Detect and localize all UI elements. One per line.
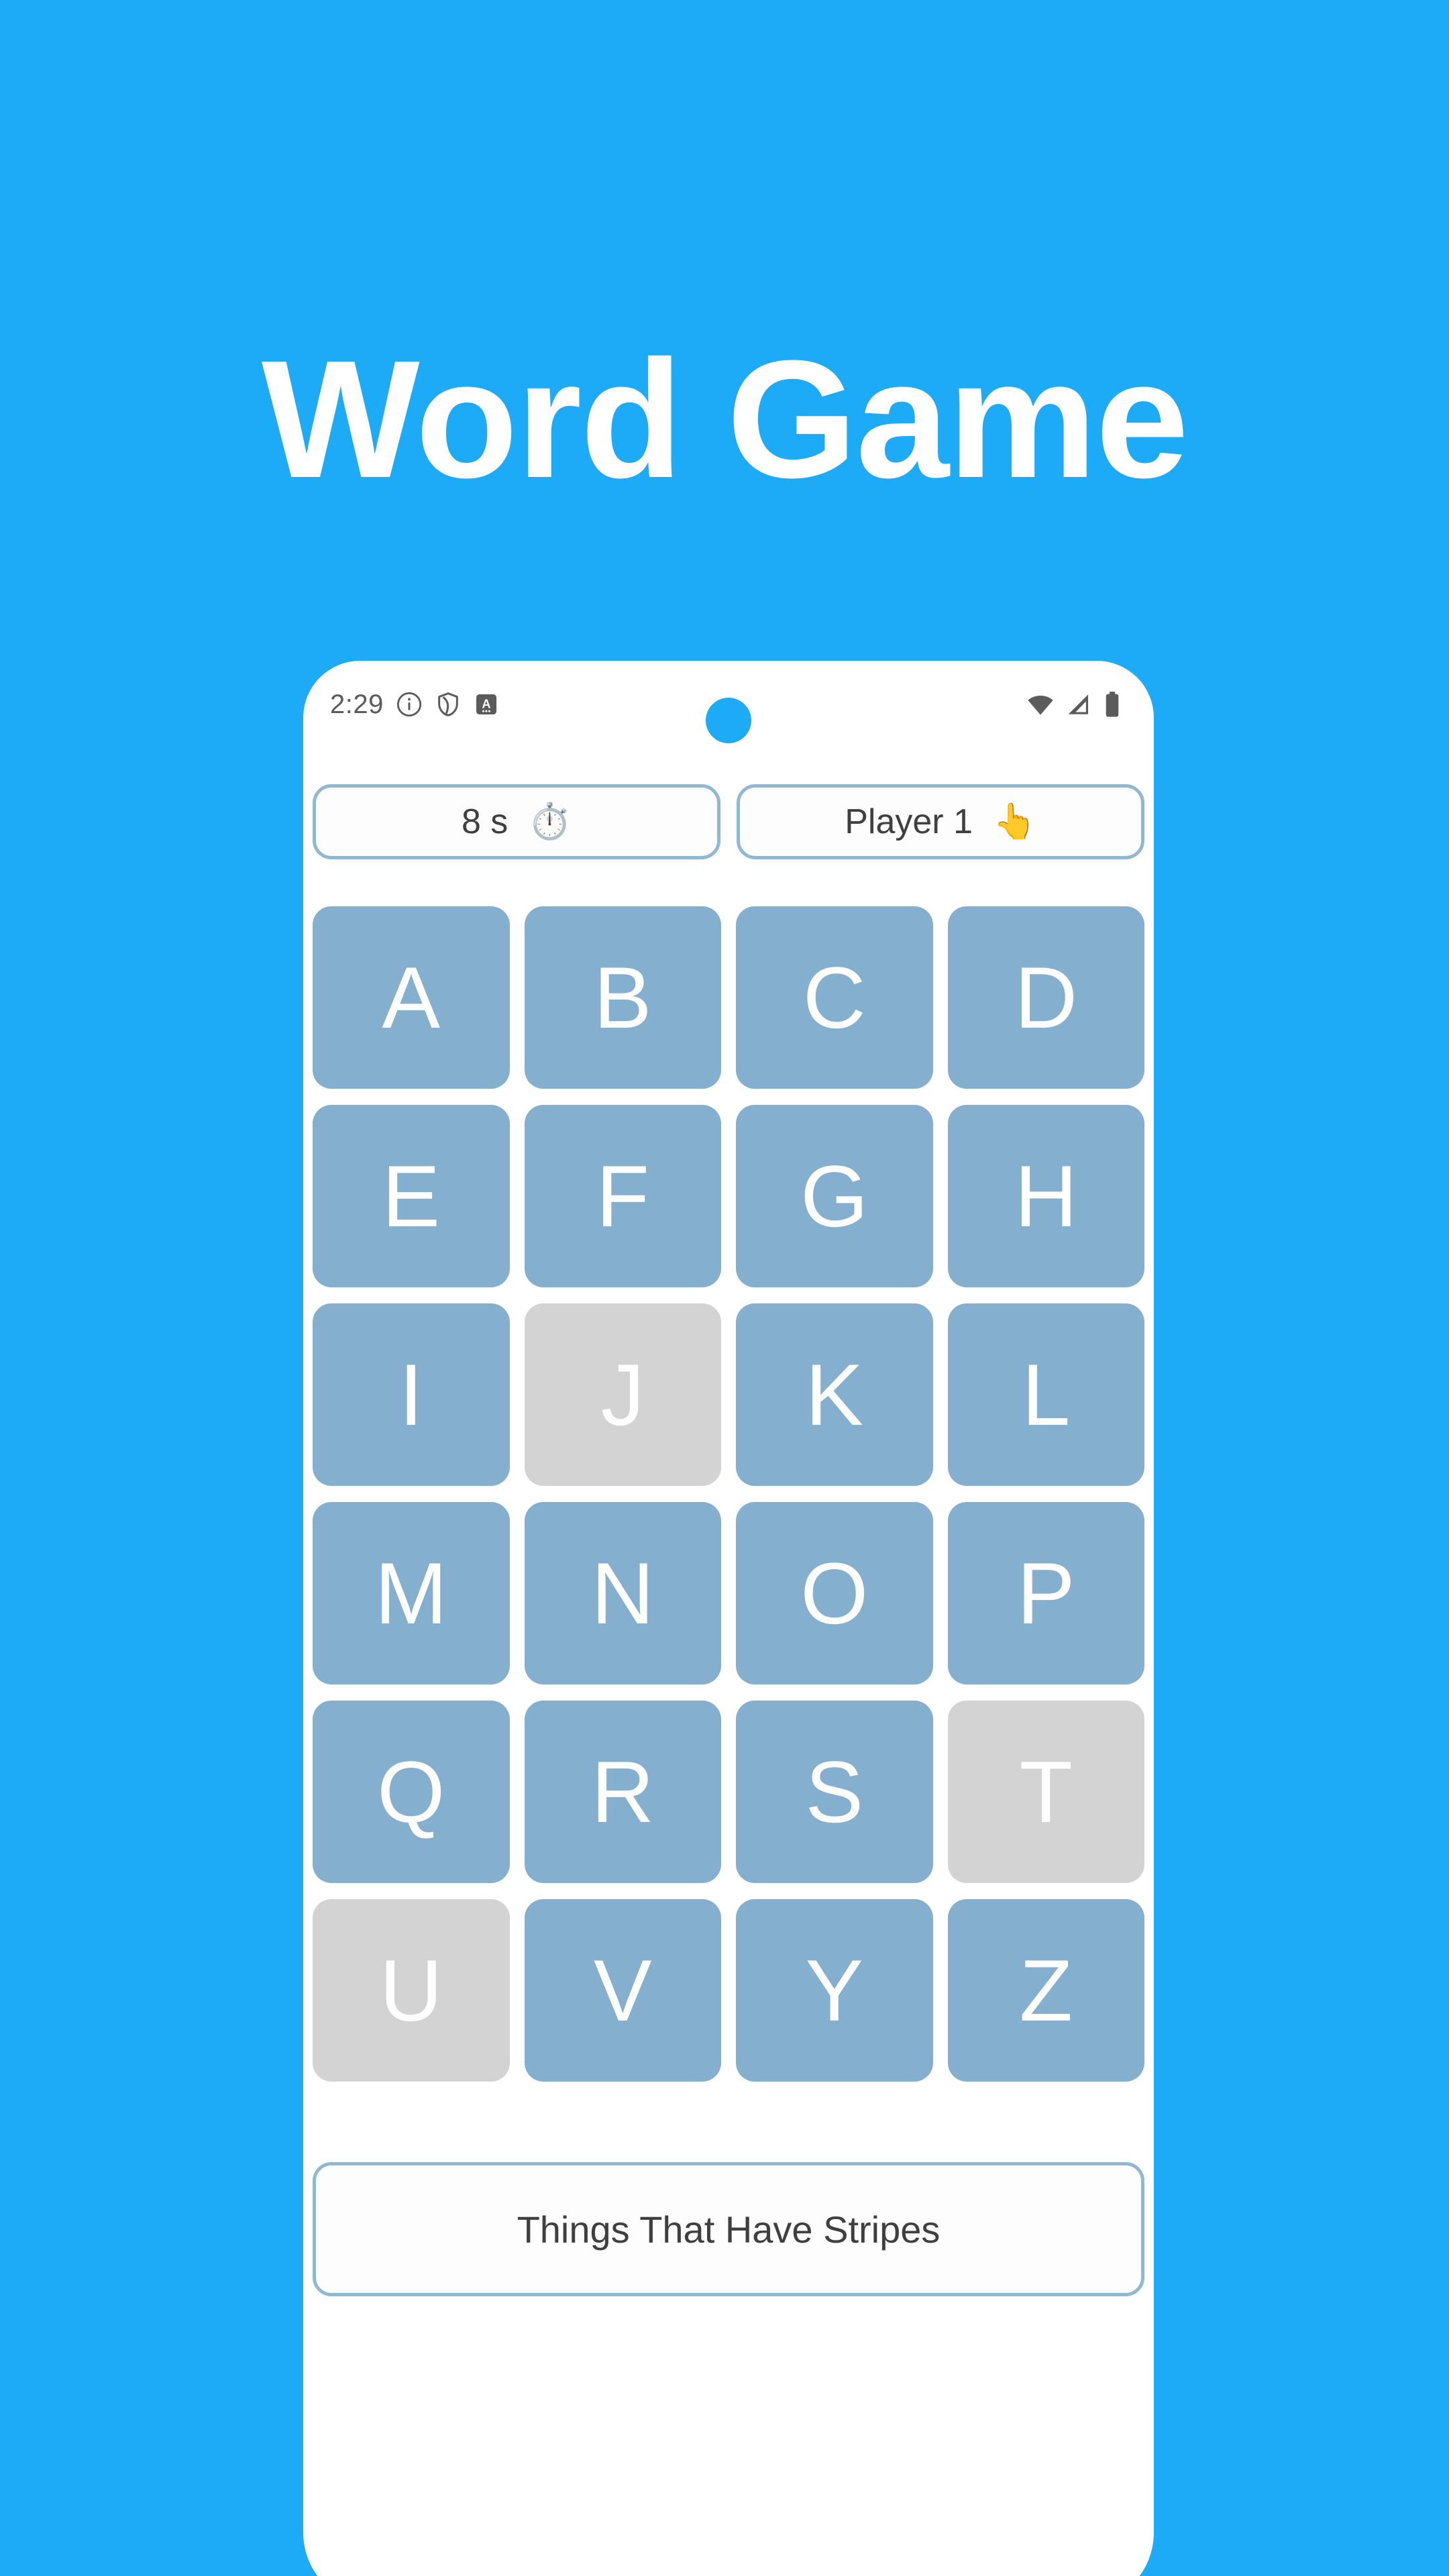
status-bar-left: 2:29 A [330, 690, 499, 720]
letter-tile-v[interactable]: V [524, 1899, 721, 2082]
letter-tile-s[interactable]: S [736, 1701, 933, 1883]
letter-tile-j: J [524, 1303, 721, 1486]
letter-tile-q[interactable]: Q [313, 1701, 510, 1883]
stopwatch-icon: ⏱️ [528, 802, 572, 841]
wifi-icon [1026, 690, 1055, 719]
letter-tile-u: U [313, 1899, 510, 2082]
letter-tile-z[interactable]: Z [947, 1899, 1144, 2082]
letter-tile-n[interactable]: N [524, 1502, 721, 1684]
timer-value: 8 s [461, 802, 508, 841]
letter-tile-m[interactable]: M [313, 1502, 510, 1684]
letter-tile-d[interactable]: D [947, 906, 1144, 1089]
letter-tile-p[interactable]: P [947, 1502, 1144, 1684]
status-bar: 2:29 A [303, 661, 1154, 748]
letter-tile-k[interactable]: K [736, 1303, 933, 1486]
app-badge-a-icon: A [474, 692, 499, 717]
letter-tile-l[interactable]: L [947, 1303, 1144, 1486]
status-clock: 2:29 [330, 689, 384, 719]
shield-slash-icon [435, 691, 462, 718]
letter-tile-t: T [947, 1701, 1144, 1883]
player-name: Player 1 [845, 802, 973, 841]
letter-tile-h[interactable]: H [947, 1105, 1144, 1287]
letter-grid: ABCD EFGH IJKL MNOP QRST UVYZ [313, 906, 1144, 2082]
pointing-hand-icon: 👆 [993, 802, 1036, 841]
category-card[interactable]: Things That Have Stripes [313, 2162, 1144, 2296]
cellular-signal-icon [1065, 691, 1091, 718]
letter-tile-y[interactable]: Y [736, 1899, 933, 2082]
timer-card[interactable]: 8 s ⏱️ [313, 784, 720, 859]
letter-tile-g[interactable]: G [736, 1105, 933, 1287]
letter-tile-i[interactable]: I [313, 1303, 510, 1486]
camera-punch-hole [706, 698, 751, 743]
header-row: 8 s ⏱️ Player 1 👆 [303, 784, 1154, 859]
status-bar-right [1026, 690, 1124, 719]
page-title: Word Game [261, 325, 1189, 513]
phone-mockup: 2:29 A 8 s ⏱️ Player 1 👆 A B C D E F G H… [303, 661, 1154, 2576]
letter-tile-r[interactable]: R [524, 1701, 721, 1883]
letter-tile-c[interactable]: C [736, 906, 933, 1089]
svg-text:A: A [482, 698, 490, 711]
letter-tile-b[interactable]: B [524, 906, 721, 1089]
category-label: Things That Have Stripes [517, 2208, 941, 2251]
letter-tile-a[interactable]: A [313, 906, 510, 1089]
letter-tile-f[interactable]: F [524, 1105, 721, 1287]
letter-tile-e[interactable]: E [313, 1105, 510, 1287]
letter-tile-o[interactable]: O [736, 1502, 933, 1684]
player-card[interactable]: Player 1 👆 [737, 784, 1144, 859]
info-icon [396, 691, 423, 718]
battery-icon [1101, 690, 1124, 718]
